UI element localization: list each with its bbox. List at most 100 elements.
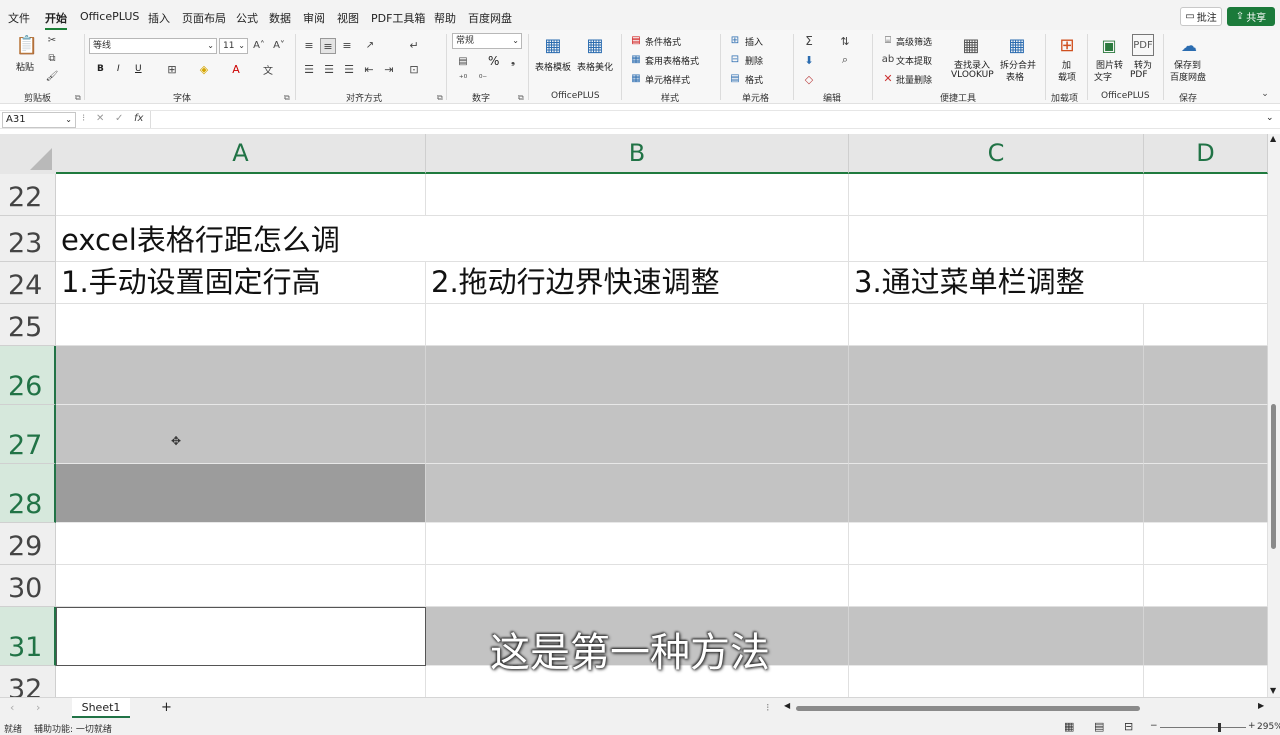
split-merge-icon[interactable]: ▦ [1006,34,1028,56]
cell-a27[interactable] [56,405,426,464]
find-icon[interactable]: ⌕ [838,53,852,67]
pdf-icon[interactable]: PDF [1132,34,1154,56]
cell-d31[interactable] [1144,607,1268,666]
cell-c24[interactable]: 3.通过菜单栏调整 [849,262,1144,304]
zoom-slider-thumb[interactable] [1218,723,1221,732]
addins-button-line2[interactable]: 载项 [1058,70,1076,83]
paste-button[interactable]: 粘贴 [16,60,34,73]
table-template-icon[interactable]: ▦ [542,34,564,56]
clear-icon[interactable]: ◇ [802,72,816,86]
font-launcher-icon[interactable]: ⧉ [284,93,290,103]
align-right-icon[interactable]: ☰ [342,62,356,76]
split-merge-button-line2[interactable]: 表格 [1006,70,1024,83]
decrease-font-icon[interactable]: A˅ [272,38,286,52]
column-header-c[interactable]: C [849,134,1144,174]
insert-cells-button[interactable]: 插入 [745,35,763,48]
cell-d26[interactable] [1144,346,1268,405]
copy-icon[interactable]: ⧉ [46,52,58,64]
vlookup-icon[interactable]: ▦ [960,34,982,56]
cell-c32[interactable] [849,666,1144,697]
table-template-button[interactable]: 表格模板 [535,60,571,73]
page-break-view-icon[interactable]: ⊟ [1124,720,1133,733]
align-center-icon[interactable]: ☰ [322,62,336,76]
next-sheet-icon[interactable]: › [36,701,40,714]
row-header-23[interactable]: 23 [0,216,56,262]
format-as-table-button[interactable]: 套用表格格式 [645,54,699,67]
paste-icon[interactable]: 📋 [16,34,38,56]
delete-cells-button[interactable]: 删除 [745,54,763,67]
cell-d28[interactable] [1144,464,1268,523]
zoom-slider[interactable] [1160,727,1246,728]
cell-b26[interactable] [426,346,849,405]
advanced-filter-button[interactable]: 高级筛选 [896,35,932,48]
cell-a32[interactable] [56,666,426,697]
normal-view-icon[interactable]: ▦ [1064,720,1074,733]
phonetic-icon[interactable]: 文 [261,62,275,77]
cell-b29[interactable] [426,523,849,565]
row-header-26[interactable]: 26 [0,346,56,405]
cell-a25[interactable] [56,304,426,346]
row-header-29[interactable]: 29 [0,523,56,565]
sheet-tab-sheet1[interactable]: Sheet1 [72,698,130,718]
number-launcher-icon[interactable]: ⧉ [518,93,524,103]
menu-formulas[interactable]: 公式 [236,10,258,26]
cell-d27[interactable] [1144,405,1268,464]
cell-c25[interactable] [849,304,1144,346]
comma-style-icon[interactable]: ❟ [508,54,518,68]
insert-function-button[interactable]: fx [134,113,143,124]
menu-home[interactable]: 开始 [45,10,67,30]
column-header-d[interactable]: D [1144,134,1268,174]
horizontal-scroll-thumb[interactable] [796,706,1140,711]
conditional-format-button[interactable]: 条件格式 [645,35,681,48]
column-header-a[interactable]: A [56,134,426,174]
cell-a22[interactable] [56,174,426,216]
cell-b24[interactable]: 2.拖动行边界快速调整 [426,262,849,304]
decrease-decimal-icon[interactable]: ⁰⁻ [476,72,490,86]
image-to-text-button-line2[interactable]: 文字 [1094,70,1112,83]
batch-delete-button[interactable]: 批量删除 [896,73,932,86]
addins-icon[interactable]: ⊞ [1056,34,1078,56]
zoom-out-icon[interactable]: − [1150,721,1158,731]
cell-c23[interactable] [849,216,1144,262]
share-button[interactable]: ⇪ 共享 [1227,7,1275,26]
row-header-24[interactable]: 24 [0,262,56,304]
page-layout-view-icon[interactable]: ▤ [1094,720,1104,733]
cell-c22[interactable] [849,174,1144,216]
row-header-25[interactable]: 25 [0,304,56,346]
currency-icon[interactable]: ▤ [456,54,470,68]
number-format-select[interactable]: 常规 ⌄ [452,33,522,49]
fill-color-icon[interactable]: ◈ [197,62,211,76]
expand-formula-icon[interactable]: ⌄ [1266,113,1274,123]
scroll-down-icon[interactable]: ▼ [1270,686,1276,695]
scroll-right-icon[interactable]: ▶ [1258,701,1264,710]
cell-b30[interactable] [426,565,849,607]
cell-a31-active[interactable] [56,607,426,666]
underline-button[interactable]: U [135,64,142,74]
decrease-indent-icon[interactable]: ⇤ [362,62,376,76]
row-header-32[interactable]: 32 [0,666,56,697]
formula-input[interactable] [150,111,1265,128]
cell-c28[interactable] [849,464,1144,523]
enter-icon[interactable]: ✓ [115,113,123,124]
autosum-icon[interactable]: Σ [802,34,816,48]
save-baidu-button-line2[interactable]: 百度网盘 [1170,70,1206,83]
cell-d22[interactable] [1144,174,1268,216]
row-header-31[interactable]: 31 [0,607,56,666]
row-header-30[interactable]: 30 [0,565,56,607]
convert-pdf-button-line2[interactable]: PDF [1130,70,1148,80]
cell-b28[interactable] [426,464,849,523]
cell-b25[interactable] [426,304,849,346]
cell-d32[interactable] [1144,666,1268,697]
menu-page-layout[interactable]: 页面布局 [182,10,226,26]
cell-b22[interactable] [426,174,849,216]
bold-button[interactable]: B [97,64,104,74]
cell-c27[interactable] [849,405,1144,464]
sort-filter-icon[interactable]: ⇅ [838,34,852,48]
percent-button[interactable]: % [488,54,499,68]
cell-a23[interactable]: excel表格行距怎么调 [56,216,426,262]
table-beautify-button[interactable]: 表格美化 [577,60,613,73]
zoom-in-icon[interactable]: + [1248,721,1256,731]
row-header-27[interactable]: 27 [0,405,56,464]
align-middle-icon[interactable]: ≡ [320,38,336,54]
font-color-icon[interactable]: A [229,62,243,76]
